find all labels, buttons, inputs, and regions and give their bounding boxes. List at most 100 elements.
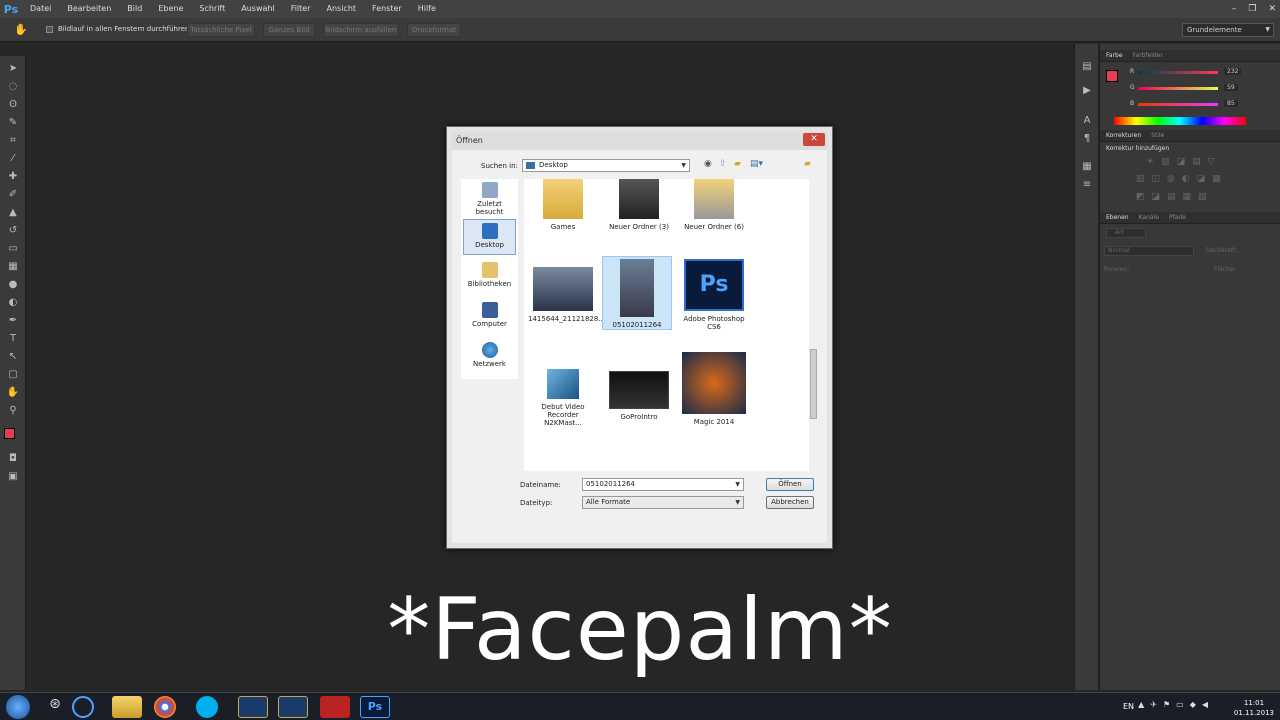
tab-stile[interactable]: Stile: [1151, 132, 1164, 139]
list-item[interactable]: 05102011264: [602, 256, 672, 330]
stamp-tool-icon[interactable]: ▲: [6, 206, 20, 220]
foreground-color-swatch[interactable]: [4, 428, 15, 439]
league-client-icon[interactable]: [278, 696, 308, 718]
menu-ansicht[interactable]: Ansicht: [319, 0, 365, 18]
up-folder-icon[interactable]: ⇧: [719, 159, 727, 169]
new-folder-icon[interactable]: ▰: [734, 159, 741, 169]
place-recent[interactable]: Zuletzt besucht: [463, 179, 516, 216]
hand-tool-icon[interactable]: ✋: [6, 386, 20, 400]
b-value[interactable]: 85: [1224, 100, 1238, 107]
scrollbar-thumb[interactable]: [810, 349, 817, 419]
screen-mode-icon[interactable]: ▣: [6, 470, 20, 484]
start-button[interactable]: [6, 695, 30, 719]
language-indicator[interactable]: EN: [1123, 702, 1134, 711]
minimize-button[interactable]: –: [1232, 4, 1237, 14]
fill-screen-button[interactable]: Bildschirm ausfüllen: [323, 23, 399, 37]
menu-filter[interactable]: Filter: [283, 0, 319, 18]
gradient-tool-icon[interactable]: ▦: [6, 260, 20, 274]
menu-bearbeiten[interactable]: Bearbeiten: [59, 0, 119, 18]
adjustment-icons-row-3[interactable]: ◩◪▤▦▧: [1136, 192, 1214, 202]
blur-tool-icon[interactable]: ●: [6, 278, 20, 292]
blend-mode-select[interactable]: Normal: [1104, 246, 1194, 256]
list-item[interactable]: GoProIntro: [604, 357, 674, 439]
eraser-tool-icon[interactable]: ▭: [6, 242, 20, 256]
place-desktop[interactable]: Desktop: [463, 219, 516, 255]
chrome-icon[interactable]: [154, 696, 176, 718]
adjustment-icons-row-2[interactable]: ▥◫◍◐◪▦: [1136, 174, 1228, 184]
r-slider[interactable]: [1138, 71, 1218, 74]
shape-tool-icon[interactable]: ▢: [6, 368, 20, 382]
tab-korrekturen[interactable]: Korrekturen: [1106, 132, 1141, 139]
skype-icon[interactable]: [196, 696, 218, 718]
path-select-tool-icon[interactable]: ↖: [6, 350, 20, 364]
list-item[interactable]: Neuer Ordner (3): [604, 179, 674, 261]
foreground-color-chip[interactable]: [1106, 70, 1118, 82]
g-slider[interactable]: [1138, 87, 1218, 90]
menu-auswahl[interactable]: Auswahl: [233, 0, 282, 18]
view-menu-icon[interactable]: ▤▾: [750, 159, 763, 169]
place-libraries[interactable]: Bibliotheken: [463, 259, 516, 295]
print-size-button[interactable]: Druckformat: [407, 23, 461, 37]
tab-farbe[interactable]: Farbe: [1106, 52, 1123, 59]
color-spectrum-bar[interactable]: [1114, 117, 1246, 125]
menu-datei[interactable]: Datei: [22, 0, 59, 18]
filetype-select[interactable]: Alle Formate ▼: [582, 496, 744, 509]
g-value[interactable]: 59: [1224, 84, 1238, 91]
tab-farbfelder[interactable]: Farbfelder: [1133, 52, 1163, 59]
list-item[interactable]: Debut Video Recorder N2KMast...: [528, 357, 598, 439]
open-button[interactable]: Öffnen: [766, 478, 814, 491]
marquee-tool-icon[interactable]: ◌: [6, 80, 20, 94]
tab-pfade[interactable]: Pfade: [1169, 214, 1186, 221]
folder-icon[interactable]: ▰: [804, 159, 811, 169]
clock[interactable]: 11:01 01.11.2013: [1234, 698, 1274, 718]
photoshop-taskbar-icon[interactable]: Ps: [360, 696, 390, 718]
menu-bild[interactable]: Bild: [119, 0, 150, 18]
back-icon[interactable]: ◉: [704, 159, 712, 169]
menu-ebene[interactable]: Ebene: [150, 0, 191, 18]
r-value[interactable]: 232: [1224, 68, 1242, 75]
layer-kind-filter[interactable]: Art: [1106, 228, 1146, 238]
menu-fenster[interactable]: Fenster: [364, 0, 410, 18]
zoom-tool-icon[interactable]: ⚲: [6, 404, 20, 418]
crop-tool-icon[interactable]: ⌗: [6, 134, 20, 148]
actual-pixels-button[interactable]: Tatsächliche Pixel: [187, 23, 255, 37]
move-tool-icon[interactable]: ➤: [6, 62, 20, 76]
eyedropper-tool-icon[interactable]: ⁄: [6, 152, 20, 166]
quick-select-tool-icon[interactable]: ✎: [6, 116, 20, 130]
list-item[interactable]: Neuer Ordner (6): [679, 179, 749, 261]
tab-ebenen[interactable]: Ebenen: [1106, 214, 1129, 221]
lasso-tool-icon[interactable]: ʘ: [6, 98, 20, 112]
place-network[interactable]: Netzwerk: [463, 339, 516, 375]
healing-tool-icon[interactable]: ✚: [6, 170, 20, 184]
history-panel-icon[interactable]: ▤: [1080, 60, 1094, 74]
workspace-select[interactable]: Grundelemente ▼: [1182, 23, 1274, 37]
explorer-icon[interactable]: [112, 696, 142, 718]
restore-button[interactable]: ❐: [1248, 4, 1256, 14]
league-icon[interactable]: [238, 696, 268, 718]
menu-hilfe[interactable]: Hilfe: [410, 0, 444, 18]
actions-panel-icon[interactable]: ▶: [1080, 84, 1094, 98]
steam-icon[interactable]: ⊛: [40, 696, 70, 718]
file-list-scrollbar[interactable]: [809, 179, 818, 471]
menu-schrift[interactable]: Schrift: [191, 0, 233, 18]
look-in-select[interactable]: Desktop ▼: [522, 159, 690, 172]
list-item[interactable]: Ps Adobe Photoshop CS6: [679, 259, 749, 341]
channels-panel-icon[interactable]: ≡: [1080, 178, 1094, 192]
filename-input[interactable]: 05102011264 ▼: [582, 478, 744, 491]
history-brush-tool-icon[interactable]: ↺: [6, 224, 20, 238]
cancel-button[interactable]: Abbrechen: [766, 496, 814, 509]
paragraph-panel-icon[interactable]: ¶: [1080, 132, 1094, 146]
video-recorder-icon[interactable]: [320, 696, 350, 718]
b-slider[interactable]: [1138, 103, 1218, 106]
close-button[interactable]: ✕: [1268, 4, 1276, 14]
dialog-close-button[interactable]: ✕: [803, 133, 825, 146]
tray-icons[interactable]: ▲✈⚑▭◆◀: [1138, 700, 1214, 709]
tab-kanaele[interactable]: Kanäle: [1139, 214, 1159, 221]
pen-tool-icon[interactable]: ✒: [6, 314, 20, 328]
list-item[interactable]: Games: [528, 179, 598, 261]
layers-panel-icon[interactable]: ▦: [1080, 160, 1094, 174]
fit-screen-button[interactable]: Ganzes Bild: [263, 23, 315, 37]
app-icon[interactable]: [72, 696, 94, 718]
character-panel-icon[interactable]: A: [1080, 114, 1094, 128]
list-item[interactable]: Magic 2014: [679, 352, 749, 434]
